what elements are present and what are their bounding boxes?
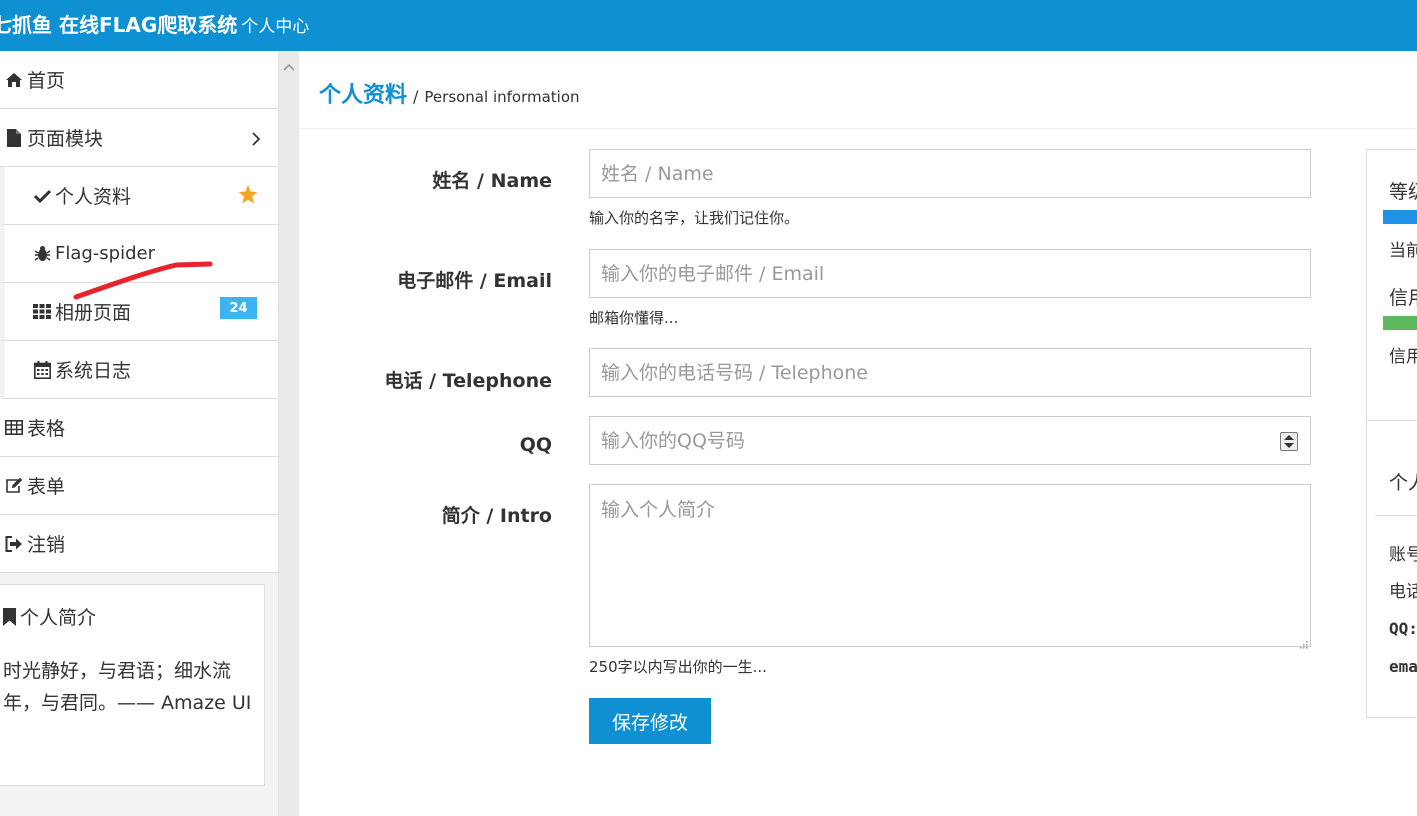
- email-hint: 邮箱你懂得...: [589, 309, 679, 327]
- level-label: 等级: [1389, 181, 1417, 203]
- resize-grip-icon[interactable]: [1299, 634, 1308, 653]
- qq-input[interactable]: [589, 416, 1311, 465]
- qq-info-label: QQ:: [1389, 619, 1417, 638]
- current-label: 当前: [1389, 241, 1417, 261]
- email-label: 电子邮件 / Email: [397, 270, 552, 292]
- calendar-icon: [33, 360, 51, 379]
- panel-divider: [1375, 515, 1417, 516]
- page-subtitle: Personal information: [424, 88, 580, 106]
- annotation-mark: [73, 261, 213, 300]
- email-info-label: email: [1389, 657, 1417, 676]
- sidebar-item-label: 首页: [27, 70, 66, 92]
- name-input[interactable]: [589, 149, 1311, 198]
- level-progress-bar: [1383, 210, 1417, 224]
- home-icon: [5, 71, 23, 89]
- save-button[interactable]: 保存修改: [589, 698, 711, 744]
- sidebar-item-label: 表单: [27, 476, 66, 498]
- scroll-up-icon[interactable]: [282, 57, 296, 76]
- spinner-down-icon[interactable]: [1284, 443, 1294, 449]
- edit-icon: [5, 477, 23, 495]
- app-title[interactable]: 七抓鱼 在线FLAG爬取系统 个人中心: [0, 9, 309, 38]
- sidebar: 首页 页面模块 个人资料 Flag-spider 相册页面 24 系统日志 表格…: [0, 51, 278, 816]
- intro-card-text: 时光静好，与君语；细水流年，与君同。—— Amaze UI: [3, 660, 252, 714]
- main-content: 个人资料 / Personal information 姓名 / Name 输入…: [299, 51, 1417, 816]
- sidebar-item-table[interactable]: 表格: [0, 399, 278, 457]
- file-icon: [5, 128, 23, 147]
- sidebar-item-label: 个人资料: [55, 186, 132, 208]
- bug-icon: [33, 245, 51, 263]
- table-icon: [5, 419, 23, 437]
- sidebar-item-form[interactable]: 表单: [0, 457, 278, 515]
- header-divider: [299, 128, 1417, 129]
- page-title: 个人资料: [319, 83, 408, 108]
- personal-label: 个人: [1389, 472, 1417, 494]
- sidebar-item-label: 注销: [27, 534, 66, 556]
- email-input[interactable]: [589, 249, 1311, 298]
- star-icon: [238, 185, 258, 209]
- intro-card: 个人简介 时光静好，与君语；细水流年，与君同。—— Amaze UI: [0, 584, 265, 786]
- intro-textarea[interactable]: [589, 484, 1311, 647]
- name-hint: 输入你的名字，让我们记住你。: [589, 209, 800, 227]
- th-icon: [33, 303, 51, 321]
- app-title-text: 七抓鱼 在线FLAG爬取系统: [0, 13, 238, 37]
- intro-card-title-text: 个人简介: [20, 607, 97, 629]
- sidebar-item-label: 表格: [27, 418, 66, 440]
- credit-text: 信用: [1389, 347, 1417, 367]
- check-icon: [33, 187, 51, 205]
- page-header: 个人资料 / Personal information: [319, 77, 580, 109]
- sidebar-item-home[interactable]: 首页: [0, 51, 278, 109]
- page-title-separator: /: [413, 87, 419, 106]
- account-label: 账号: [1389, 545, 1417, 565]
- sidebar-item-label: 系统日志: [55, 360, 132, 382]
- chevron-right-icon: [252, 129, 261, 151]
- sidebar-nav: 首页 页面模块 个人资料 Flag-spider 相册页面 24 系统日志 表格…: [0, 51, 278, 573]
- qq-spinner[interactable]: [1280, 432, 1298, 451]
- top-header: 七抓鱼 在线FLAG爬取系统 个人中心: [0, 0, 1417, 51]
- app-subtitle: 个人中心: [241, 17, 310, 37]
- sign-out-icon: [5, 535, 23, 553]
- name-label: 姓名 / Name: [432, 170, 552, 192]
- credit-label: 信用: [1389, 287, 1417, 309]
- phone-input[interactable]: [589, 348, 1311, 397]
- sidebar-item-label: 页面模块: [27, 128, 104, 150]
- sidebar-item-logout[interactable]: 注销: [0, 515, 278, 573]
- intro-label: 简介 / Intro: [441, 505, 552, 527]
- bookmark-icon: [3, 607, 16, 626]
- phone-info-label: 电话: [1389, 582, 1417, 602]
- panel-divider: [1367, 420, 1417, 421]
- credit-progress-bar: [1383, 316, 1417, 330]
- count-badge: 24: [220, 297, 257, 319]
- intro-hint: 250字以内写出你的一生...: [589, 658, 767, 676]
- qq-label: QQ: [519, 434, 552, 456]
- sidebar-item-system-log[interactable]: 系统日志: [0, 341, 278, 399]
- spinner-up-icon[interactable]: [1284, 434, 1294, 440]
- sidebar-item-profile[interactable]: 个人资料: [0, 167, 278, 225]
- intro-card-title: 个人简介: [3, 603, 96, 630]
- phone-label: 电话 / Telephone: [384, 370, 552, 392]
- sidebar-item-page-modules[interactable]: 页面模块: [0, 109, 278, 167]
- sidebar-scrollbar[interactable]: [278, 51, 299, 816]
- user-stats-panel: 等级 当前 信用 信用 个人 账号 电话 QQ: email: [1366, 149, 1417, 718]
